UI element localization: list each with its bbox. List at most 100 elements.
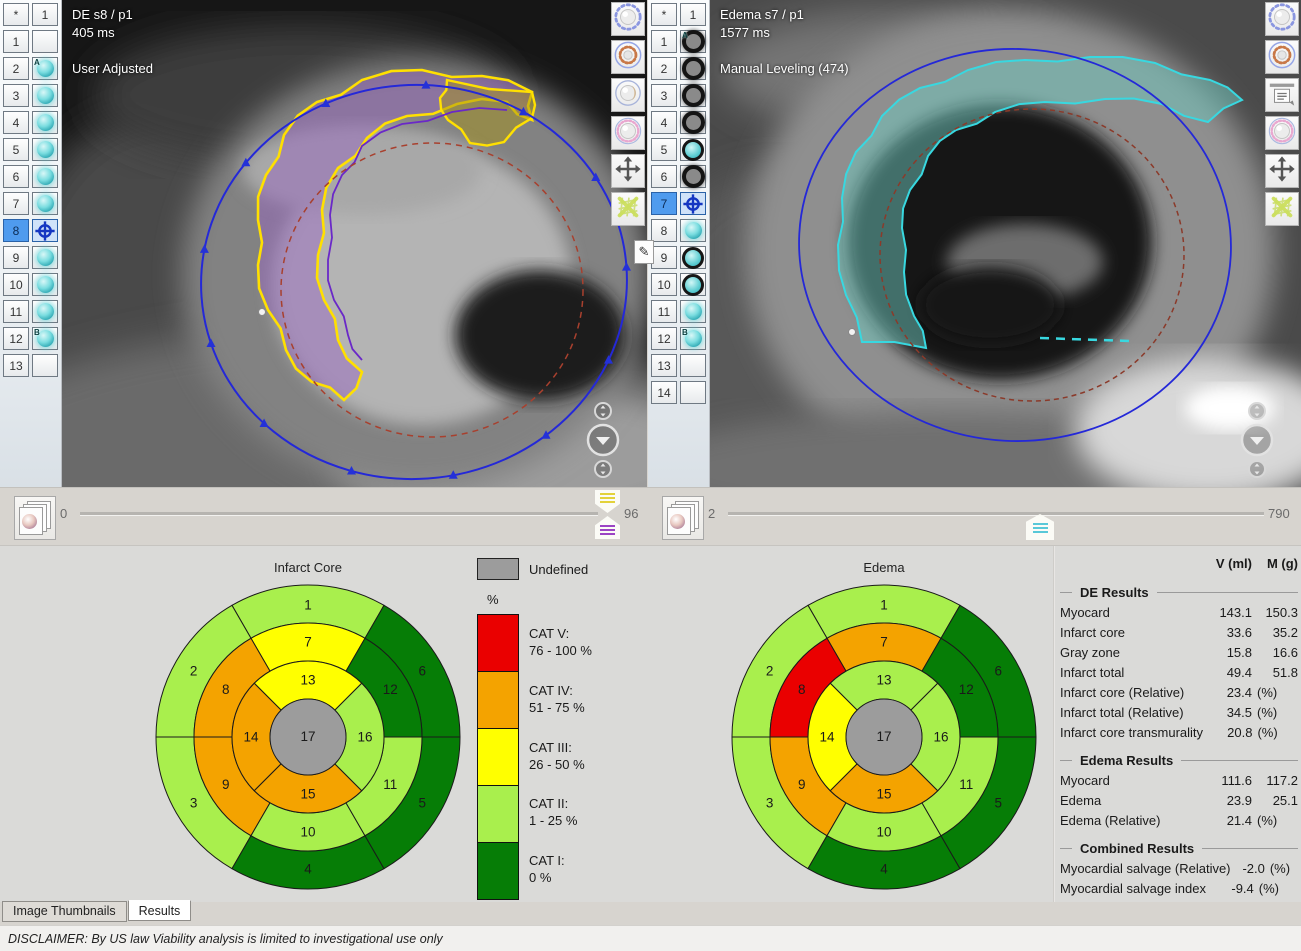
threshold-slider-left[interactable] [80,512,598,516]
slice-number-8[interactable]: 8 [651,219,677,242]
result-unit: (%) [1265,861,1298,876]
slice-list-phase-header[interactable]: 1 [680,3,706,26]
tab-image-thumbnails[interactable]: Image Thumbnails [2,901,127,922]
sphere-pink-ring-tool-button[interactable] [611,116,645,150]
slice-status-7[interactable] [32,192,58,215]
slice-status-6[interactable] [680,165,706,188]
results-column-headers: V (ml) M (g) [1060,552,1298,574]
slice-number-7[interactable]: 7 [3,192,29,215]
slice-status-11[interactable] [32,300,58,323]
slice-number-1[interactable]: 1 [3,30,29,53]
slice-status-10[interactable] [680,273,706,296]
slice-down-button[interactable] [585,422,621,458]
result-unit: (%) [1252,685,1298,700]
mesh-disabled-tool-button[interactable] [611,192,645,226]
slice-number-8[interactable]: 8 [3,219,29,242]
slice-number-6[interactable]: 6 [651,165,677,188]
slice-number-12[interactable]: 12 [3,327,29,350]
slice-down-button[interactable] [1239,422,1275,458]
pan-arrows-tool-button[interactable] [611,154,645,188]
slice-status-5[interactable] [32,138,58,161]
level-handle[interactable] [1026,514,1054,540]
result-label: Myocard [1060,605,1202,620]
sphere-dotted-blue-tool-button[interactable] [611,2,645,36]
slice-number-3[interactable]: 3 [651,84,677,107]
slice-status-6[interactable] [32,165,58,188]
slice-status-2[interactable] [680,57,706,80]
lower-threshold-handle[interactable] [595,516,620,539]
slice-status-3[interactable] [680,84,706,107]
result-row: Infarct total (Relative)34.5(%) [1060,702,1298,722]
result-unit: (%) [1252,705,1298,720]
scroll-down-button[interactable] [593,459,613,479]
sphere-dotted-orange-tool-button[interactable] [1265,40,1299,74]
slice-status-8[interactable] [680,219,706,242]
sphere-icon [37,195,54,212]
slice-number-12[interactable]: 12 [651,327,677,350]
slice-list-star-header[interactable]: * [3,3,29,26]
slice-status-9[interactable] [680,246,706,269]
slice-number-13[interactable]: 13 [651,354,677,377]
donut-icon [682,111,705,134]
slice-status-4[interactable] [680,111,706,134]
de-image-viewport[interactable]: DE s8 / p1 405 ms User Adjusted ✎ [62,0,647,487]
slice-list-star-header[interactable]: * [651,3,677,26]
pan-arrows-tool-button[interactable] [1265,154,1299,188]
draw-pencil-icon[interactable]: ✎ [634,240,654,264]
mesh-disabled-tool-button[interactable] [1265,192,1299,226]
slice-number-14[interactable]: 14 [651,381,677,404]
slice-status-1[interactable]: A [680,30,706,53]
slice-status-3[interactable] [32,84,58,107]
slice-number-1[interactable]: 1 [651,30,677,53]
slice-status-12[interactable]: B [32,327,58,350]
slice-status-8[interactable] [32,219,58,242]
slice-number-2[interactable]: 2 [3,57,29,80]
slice-number-7[interactable]: 7 [651,192,677,215]
slice-number-6[interactable]: 6 [3,165,29,188]
slice-status-14[interactable] [680,381,706,404]
zoom-control [585,401,621,479]
slice-number-11[interactable]: 11 [651,300,677,323]
edema-image-viewport[interactable]: Edema s7 / p1 1577 ms Manual Leveling (4… [710,0,1301,487]
slice-number-4[interactable]: 4 [3,111,29,134]
de-toolbar [611,2,645,226]
slice-number-11[interactable]: 11 [3,300,29,323]
slice-status-9[interactable] [32,246,58,269]
image-stack-button-left[interactable] [14,496,56,540]
sphere-dotted-blue-tool-button[interactable] [1265,2,1299,36]
slice-number-5[interactable]: 5 [3,138,29,161]
scroll-up-down-button[interactable] [593,401,613,421]
slice-status-11[interactable] [680,300,706,323]
slice-number-3[interactable]: 3 [3,84,29,107]
sphere-crescent-tool-button[interactable] [611,78,645,112]
level-slider-right[interactable] [728,512,1264,516]
upper-threshold-handle[interactable] [595,490,620,513]
slice-number-2[interactable]: 2 [651,57,677,80]
slice-status-10[interactable] [32,273,58,296]
slice-status-1[interactable] [32,30,58,53]
slice-number-10[interactable]: 10 [3,273,29,296]
donut-icon [682,84,705,107]
slice-number-10[interactable]: 10 [651,273,677,296]
slice-list-phase-header[interactable]: 1 [32,3,58,26]
slice-status-12[interactable]: B [680,327,706,350]
sphere-dotted-orange-tool-button[interactable] [611,40,645,74]
slice-number-5[interactable]: 5 [651,138,677,161]
scroll-down-button[interactable] [1247,459,1267,479]
slice-status-13[interactable] [32,354,58,377]
slice-number-9[interactable]: 9 [651,246,677,269]
slice-status-13[interactable] [680,354,706,377]
leveling-tool-button[interactable] [1265,78,1299,112]
slice-status-5[interactable] [680,138,706,161]
slice-status-2[interactable]: A [32,57,58,80]
slice-number-4[interactable]: 4 [651,111,677,134]
slice-number-13[interactable]: 13 [3,354,29,377]
scroll-up-down-button[interactable] [1247,401,1267,421]
tab-results[interactable]: Results [128,900,192,921]
slice-status-4[interactable] [32,111,58,134]
results-section-header: Combined Results [1060,838,1298,858]
slice-number-9[interactable]: 9 [3,246,29,269]
slice-status-7[interactable] [680,192,706,215]
image-stack-button-right[interactable] [662,496,704,540]
sphere-pink-ring-tool-button[interactable] [1265,116,1299,150]
